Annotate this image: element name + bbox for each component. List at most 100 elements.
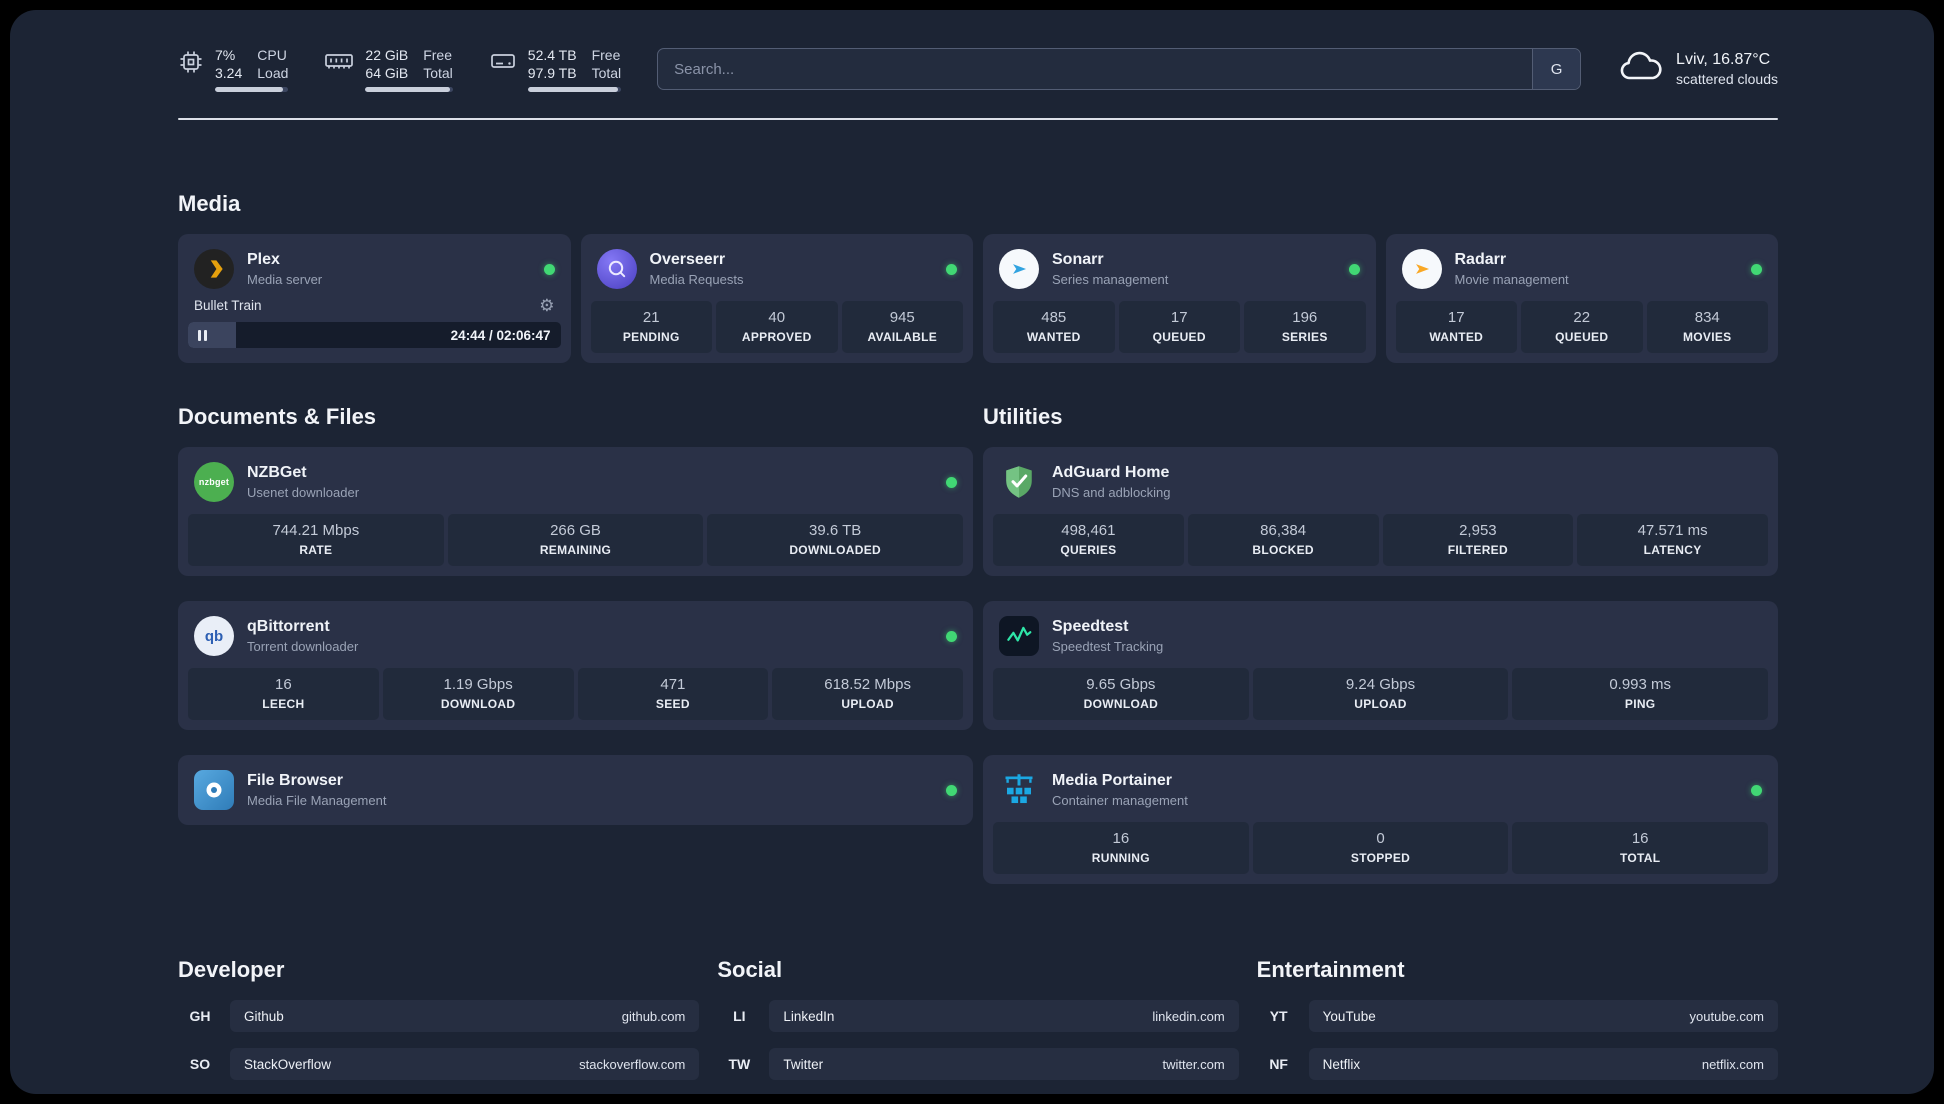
stat-value: 22 (1573, 309, 1591, 326)
bookmark-stackoverflow[interactable]: StackOverflow stackoverflow.com (230, 1048, 700, 1080)
media-grid: Plex Media server Bullet Train ⚙ 24:44 /… (178, 234, 1778, 363)
stat-value: 0 (1376, 830, 1385, 847)
bookmark-abbr: SO (189, 1056, 211, 1072)
pause-icon[interactable] (198, 329, 207, 341)
sonarr-icon (999, 249, 1039, 289)
stat-value: 196 (1292, 309, 1318, 326)
app-card-overseerr[interactable]: Overseerr Media Requests 21 PENDING 40 A… (580, 234, 973, 363)
stat-box: 0 STOPPED (1252, 822, 1509, 874)
status-dot (946, 476, 957, 488)
stat-value: 39.6 TB (809, 522, 862, 539)
stat-box: 40 APPROVED (716, 301, 838, 353)
stat-label: PENDING (622, 330, 680, 344)
bookmark-youtube[interactable]: YouTube youtube.com (1308, 1000, 1778, 1032)
bookmark-url: netflix.com (1701, 1056, 1764, 1072)
bookmark-abbr: TW (728, 1056, 751, 1072)
stat-box: 834 MOVIES (1646, 301, 1768, 353)
stat-label: TOTAL (1619, 851, 1661, 865)
stat-value: 2,953 (1459, 522, 1497, 539)
search-engine-button[interactable]: G (1532, 49, 1581, 89)
weather-widget[interactable]: Lviv, 16.87°C scattered clouds (1617, 50, 1778, 89)
stat-value: 834 (1694, 309, 1720, 326)
bookmark-abbr: LI (733, 1008, 746, 1024)
qbittorrent-icon: qb (194, 616, 234, 656)
ram-free-value: 22 GiB (365, 47, 409, 63)
ram-free-label: Free (423, 47, 453, 63)
stat-value: 16 (275, 676, 292, 693)
app-card-adguard[interactable]: AdGuard Home DNS and adblocking 498,461 … (983, 447, 1778, 576)
stat-label: DOWNLOAD (1083, 697, 1159, 711)
bookmark-name: StackOverflow (244, 1056, 332, 1072)
stat-value: 17 (1447, 309, 1465, 326)
stat-box: 196 SERIES (1244, 301, 1366, 353)
app-card-portainer[interactable]: Media Portainer Container management 16 … (983, 755, 1778, 884)
stat-label: WANTED (1429, 330, 1484, 344)
stat-box: 21 PENDING (590, 301, 712, 353)
overseerr-icon (596, 249, 637, 289)
bookmark-row: NF Netflix netflix.com (1257, 1048, 1778, 1080)
bookmark-name: Github (244, 1008, 284, 1024)
bookmark-name: Netflix (1322, 1056, 1361, 1072)
playback-time: 24:44 / 02:06:47 (450, 327, 551, 343)
stat-value: 9.24 Gbps (1345, 676, 1416, 693)
app-card-sonarr[interactable]: Sonarr Series management 485 WANTED 17 Q… (983, 234, 1376, 363)
now-playing-title: Bullet Train (194, 298, 262, 313)
stat-value: 471 (660, 676, 686, 693)
app-card-plex[interactable]: Plex Media server Bullet Train ⚙ 24:44 /… (178, 234, 571, 363)
ram-icon (324, 49, 354, 78)
stat-box: 9.24 Gbps UPLOAD (1252, 668, 1509, 720)
stat-label: WANTED (1026, 330, 1081, 344)
stat-box: 0.993 ms PING (1512, 668, 1769, 720)
bookmark-row: TW Twitter twitter.com (717, 1048, 1239, 1080)
app-name: AdGuard Home (1052, 464, 1170, 481)
app-card-radarr[interactable]: Radarr Movie management 17 WANTED 22 QUE… (1385, 234, 1778, 363)
stat-label: AVAILABLE (867, 330, 938, 344)
app-subtitle: Usenet downloader (247, 485, 360, 500)
bookmark-url: youtube.com (1689, 1008, 1764, 1024)
stat-label: LEECH (262, 697, 305, 711)
stat-value: 0.993 ms (1609, 676, 1672, 693)
stat-box: 47.571 ms LATENCY (1577, 514, 1768, 566)
bookmark-twitter[interactable]: Twitter twitter.com (769, 1048, 1239, 1080)
playback-bar[interactable]: 24:44 / 02:06:47 (188, 322, 561, 348)
stat-box: 9.65 Gbps DOWNLOAD (993, 668, 1249, 720)
disk-bar (527, 87, 622, 92)
app-card-qbittorrent[interactable]: qb qBittorrent Torrent downloader 16 LEE… (178, 601, 973, 730)
bookmark-netflix[interactable]: Netflix netflix.com (1308, 1048, 1778, 1080)
disk-icon (489, 49, 517, 78)
stat-value: 9.65 Gbps (1086, 676, 1156, 693)
app-name: qBittorrent (247, 618, 330, 635)
app-card-filebrowser[interactable]: File Browser Media File Management (178, 755, 973, 825)
stat-box: 618.52 Mbps UPLOAD (772, 668, 963, 720)
stat-label: FILTERED (1447, 543, 1508, 557)
app-subtitle: Torrent downloader (247, 639, 359, 654)
app-card-nzbget[interactable]: nzbget NZBGet Usenet downloader 744.21 M… (178, 447, 973, 576)
stat-value: 618.52 Mbps (824, 676, 911, 693)
search-input[interactable] (658, 49, 1533, 89)
disk-total-value: 97.9 TB (527, 65, 577, 81)
app-subtitle: Container management (1052, 793, 1188, 808)
stat-label: RUNNING (1091, 851, 1150, 865)
divider (178, 118, 1778, 120)
app-card-speedtest[interactable]: Speedtest Speedtest Tracking 9.65 Gbps D… (983, 601, 1778, 730)
bookmark-abbr: NF (1269, 1056, 1288, 1072)
stat-label: SERIES (1281, 330, 1328, 344)
bookmark-linkedin[interactable]: LinkedIn linkedin.com (769, 1000, 1239, 1032)
ram-total-label: Total (423, 65, 453, 81)
bookmark-url: twitter.com (1162, 1056, 1225, 1072)
stat-box: 86,384 BLOCKED (1187, 514, 1379, 566)
gear-icon[interactable]: ⚙ (539, 297, 554, 314)
stat-value: 16 (1631, 830, 1649, 847)
portainer-icon (999, 770, 1039, 810)
bookmark-url: github.com (621, 1008, 686, 1024)
stat-box: 945 AVAILABLE (841, 301, 963, 353)
stat-value: 1.19 Gbps (443, 676, 513, 693)
bookmark-name: YouTube (1322, 1008, 1376, 1024)
stat-label: QUERIES (1060, 543, 1117, 557)
bookmark-github[interactable]: Github github.com (230, 1000, 700, 1032)
app-name: Radarr (1454, 251, 1507, 268)
disk-free-label: Free (591, 47, 621, 63)
bookmark-abbr: GH (189, 1008, 211, 1024)
app-subtitle: Media File Management (247, 793, 387, 808)
stat-label: REMAINING (539, 543, 612, 557)
